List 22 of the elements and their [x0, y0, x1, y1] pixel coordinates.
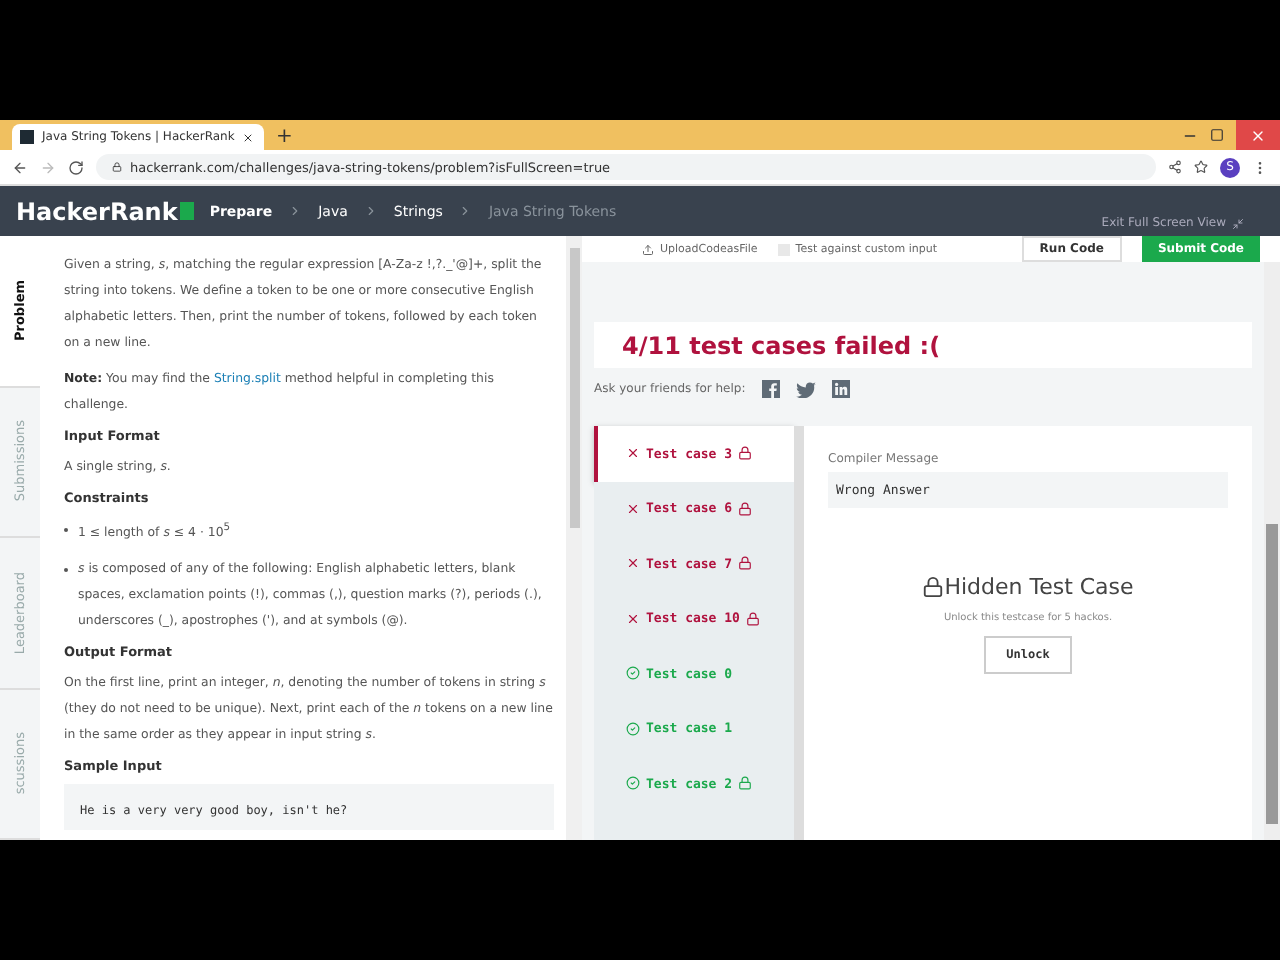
close-icon: [242, 131, 255, 143]
favicon-icon: [20, 130, 34, 144]
new-tab-button[interactable]: +: [276, 124, 293, 150]
linkedin-icon[interactable]: [831, 380, 850, 398]
lock-icon: [112, 162, 122, 172]
chevron-icon: [288, 204, 303, 218]
result-title: 4/11 test cases failed :(: [594, 322, 1252, 368]
hidden-title: Hidden Test Case: [944, 574, 1134, 600]
back-icon[interactable]: [12, 159, 28, 175]
bird-icon[interactable]: [795, 381, 816, 397]
maximize-icon[interactable]: [1210, 128, 1224, 142]
minimize-icon: [1232, 217, 1244, 229]
reload-icon[interactable]: [68, 159, 84, 175]
chevron-icon: [458, 204, 473, 218]
star-icon[interactable]: [1194, 160, 1208, 174]
chevron-icon: [363, 204, 378, 218]
facebook-icon[interactable]: [761, 380, 780, 398]
share-icon[interactable]: [1168, 160, 1182, 174]
close-icon: [1250, 127, 1266, 143]
upload-icon: [642, 243, 654, 255]
lock-icon: [922, 576, 945, 598]
logo: HackerRank: [16, 197, 194, 225]
